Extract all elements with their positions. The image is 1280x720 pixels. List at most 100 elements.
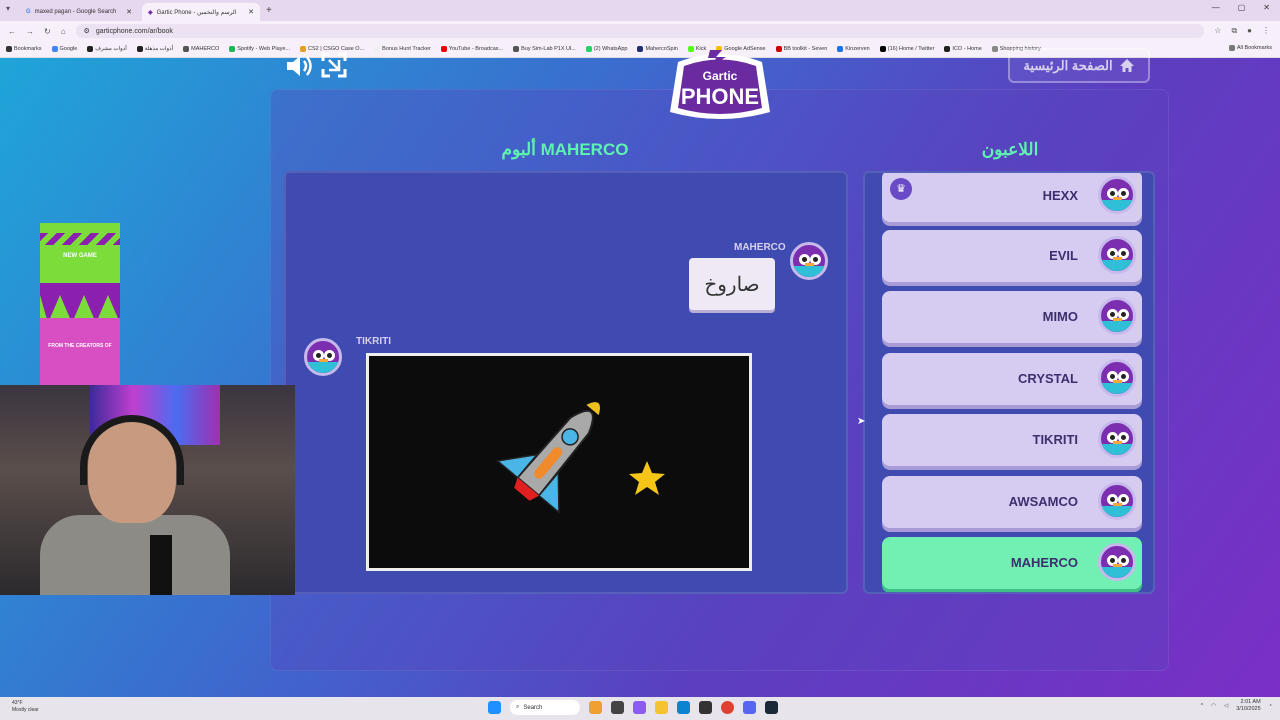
bookmark-item[interactable]: Kinzerven [837,46,870,52]
player-avatar [1098,482,1136,520]
player-card-self[interactable]: MAHERCO [882,537,1142,589]
text-entry-bubble: صاروخ [689,258,775,310]
player-card[interactable]: AWSAMCO [882,476,1142,528]
extensions-icon[interactable]: ⧉ [1231,26,1237,36]
profile-icon[interactable]: ● [1247,26,1252,36]
gartic-favicon-icon: ◆ [148,9,153,16]
player-avatar [1098,543,1136,581]
player-name: AWSAMCO [1008,494,1078,509]
clock-time: 2:01 AM [1240,699,1261,705]
task-view-icon[interactable] [611,701,624,714]
home-icon[interactable]: ⌂ [61,27,66,36]
discord-icon[interactable] [743,701,756,714]
site-info-icon[interactable]: ⚙ [84,27,90,35]
volume-icon[interactable]: ◁ [1224,703,1228,709]
bookmark-item[interactable]: ICO - Home [944,46,982,52]
player-name: EVIL [1049,248,1078,263]
players-panel: ♛ HEXX EVIL MIMO CRYSTAL TIKRITI AWSAMCO… [863,171,1155,594]
widgets-icon[interactable] [589,701,602,714]
bookmark-item[interactable]: (2) WhatsApp [585,46,627,52]
players-title: اللاعبون [981,140,1039,159]
ad-banner[interactable]: NEW GAME FROM THE CREATORS OF [40,223,120,385]
steam-icon[interactable] [765,701,778,714]
speaker-icon [287,56,312,76]
forward-icon[interactable]: → [26,27,34,36]
edge-icon[interactable] [677,701,690,714]
bookmark-item[interactable]: MAHERCO [183,46,219,52]
notification-bell-icon[interactable]: ◔ [1269,703,1272,709]
search-placeholder: Search [523,704,543,711]
minimize-icon[interactable]: — [1212,3,1220,12]
mouse-cursor-icon: ➤ [857,416,866,427]
back-icon[interactable]: ← [8,27,16,36]
window-controls: — ▢ ✕ [1212,3,1270,12]
bookmark-item[interactable]: Bookmarks [6,46,42,52]
player-name: HEXX [1042,188,1078,203]
reload-icon[interactable]: ↻ [44,27,51,36]
player-card[interactable]: MIMO [882,291,1142,343]
ad-zigzag [40,233,120,245]
home-button[interactable]: الصفحة الرئيسية [1008,48,1150,83]
player-card[interactable]: TIKRITI [882,414,1142,466]
player-card[interactable]: CRYSTAL [882,353,1142,405]
file-explorer-icon[interactable] [655,701,668,714]
home-button-label: الصفحة الرئيسية [1023,57,1113,73]
windows-start-icon[interactable] [488,701,501,714]
player-name: MAHERCO [1010,555,1078,570]
ad-text: NEW GAME [63,253,97,259]
bookmark-star-icon[interactable]: ☆ [1214,26,1221,36]
bookmark-item[interactable]: BB toolkit - Seven [775,46,827,52]
fullscreen-button[interactable] [321,52,347,78]
copilot-icon[interactable] [633,701,646,714]
bookmark-item[interactable]: أدوات مشرف [87,46,127,52]
bookmark-item[interactable]: Bonus Hunt Tracker [374,46,431,52]
taskbar-search[interactable]: ⌕ Search [510,700,580,715]
weather-widget[interactable]: 43°F Mostly clear [12,700,39,714]
rocket-drawing [495,402,665,514]
chrome-icon[interactable] [721,701,734,714]
browser-tab-gartic[interactable]: ◆ Gartic Phone - الرسم والتخمين ✕ [142,3,260,21]
bookmark-item[interactable]: Google [51,46,77,52]
logo-word-phone: PHONE [681,84,759,109]
maximize-icon[interactable]: ▢ [1238,3,1246,12]
author-avatar [790,242,828,280]
player-avatar [1098,297,1136,335]
album-title: ألبوم MAHERCO [501,140,629,159]
webcam-person-body [40,515,230,595]
player-card[interactable]: ♛ HEXX [882,173,1142,222]
tray-chevron-icon[interactable]: ^ [1201,703,1204,709]
ad-bottom-area [40,318,120,385]
taskbar-apps: ⌕ Search [488,700,778,715]
search-icon: ⌕ [516,704,520,710]
player-avatar [1098,236,1136,274]
drawing-entry [366,353,752,571]
house-icon [1119,59,1134,72]
player-card[interactable]: EVIL [882,230,1142,282]
wifi-icon[interactable]: ◠ [1211,703,1216,709]
bookmark-item[interactable]: Buy Sim-Lab P1X Ul... [513,46,576,52]
ad-text: FROM THE CREATORS OF [48,343,112,349]
clock[interactable]: 2:01 AM 3/10/2025 [1236,699,1260,713]
bookmark-item[interactable]: أدوات مذهلة [136,46,173,52]
tab-list-icon[interactable]: ▾ [6,4,10,13]
store-icon[interactable] [699,701,712,714]
bookmark-item[interactable]: Spotify - Web Playe... [229,46,290,52]
all-bookmarks-button[interactable]: All Bookmarks [1228,45,1272,51]
url-field[interactable]: ⚙ garticphone.com/ar/book [75,24,1205,38]
browser-tab-search[interactable]: G maxed pagan - Google Search ✕ [20,3,138,21]
sound-button[interactable] [284,52,314,80]
close-window-icon[interactable]: ✕ [1263,3,1270,12]
clock-date: 3/10/2025 [1236,706,1261,712]
bookmark-item[interactable]: YouTube - Broadcas... [440,46,503,52]
menu-icon[interactable]: ⋮ [1262,26,1270,36]
player-avatar [1098,420,1136,458]
close-tab-icon[interactable]: ✕ [126,8,132,16]
new-tab-icon[interactable]: + [266,5,272,16]
player-avatar [1098,359,1136,397]
entry-author-name: MAHERCO [734,242,786,253]
bookmark-item[interactable]: (16) Home / Twitter [879,46,934,52]
weather-desc: Mostly clear [12,707,39,713]
tab-title: Gartic Phone - الرسم والتخمين [156,9,237,16]
close-tab-icon[interactable]: ✕ [248,8,254,16]
browser-tab-bar: ▾ G maxed pagan - Google Search ✕ ◆ Gart… [0,0,1280,21]
